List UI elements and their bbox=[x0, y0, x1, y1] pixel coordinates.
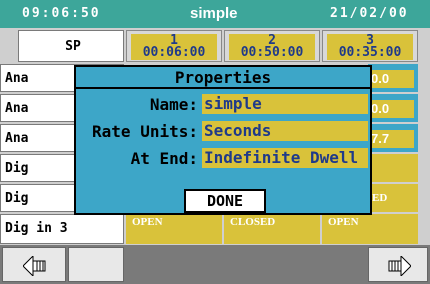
scroll-left-button[interactable] bbox=[2, 247, 66, 282]
row-cell[interactable]: 7.7 bbox=[368, 124, 418, 152]
step-header-2[interactable]: 2 00:50:00 bbox=[224, 30, 320, 62]
step-duration: 00:50:00 bbox=[240, 45, 304, 60]
row-cell-value[interactable]: CLOSED bbox=[224, 214, 320, 244]
row-label[interactable]: Dig in 3 bbox=[0, 214, 124, 244]
scroll-right-button[interactable] bbox=[368, 247, 428, 282]
scroll-right-icon bbox=[388, 256, 411, 276]
properties-dialog: Properties Name: simple Rate Units: Seco… bbox=[74, 65, 372, 215]
done-button[interactable]: DONE bbox=[184, 189, 266, 213]
row-cell[interactable]: 0.0 bbox=[368, 94, 418, 122]
at-end-field[interactable]: Indefinite Dwell bbox=[202, 148, 368, 168]
rate-units-label: Rate Units: bbox=[92, 122, 198, 141]
blank-footer-button[interactable] bbox=[68, 247, 124, 282]
row-cell-value[interactable]: OPEN bbox=[126, 214, 222, 244]
step-duration: 00:35:00 bbox=[338, 45, 402, 60]
dialog-title: Properties bbox=[76, 67, 370, 89]
step-header-1[interactable]: 1 00:06:00 bbox=[126, 30, 222, 62]
header-time: 09:06:50 bbox=[22, 6, 101, 21]
row-cell[interactable] bbox=[368, 154, 418, 182]
row-cell[interactable]: 0.0 bbox=[368, 64, 418, 92]
name-label: Name: bbox=[149, 95, 198, 114]
step-header-3[interactable]: 3 00:35:00 bbox=[322, 30, 418, 62]
header-bar: 09:06:50 simple 21/02/00 bbox=[0, 0, 430, 28]
scroll-left-icon bbox=[23, 256, 46, 276]
header-date: 21/02/00 bbox=[330, 6, 409, 21]
header-program-name: simple bbox=[190, 5, 238, 22]
rate-units-field[interactable]: Seconds bbox=[202, 121, 368, 141]
sp-row-label: SP bbox=[18, 30, 124, 62]
step-duration: 00:06:00 bbox=[142, 45, 206, 60]
name-field[interactable]: simple bbox=[202, 94, 368, 114]
row-cell-value[interactable]: OPEN bbox=[322, 214, 418, 244]
row-cell[interactable]: ED bbox=[368, 184, 418, 212]
at-end-label: At End: bbox=[130, 149, 198, 168]
